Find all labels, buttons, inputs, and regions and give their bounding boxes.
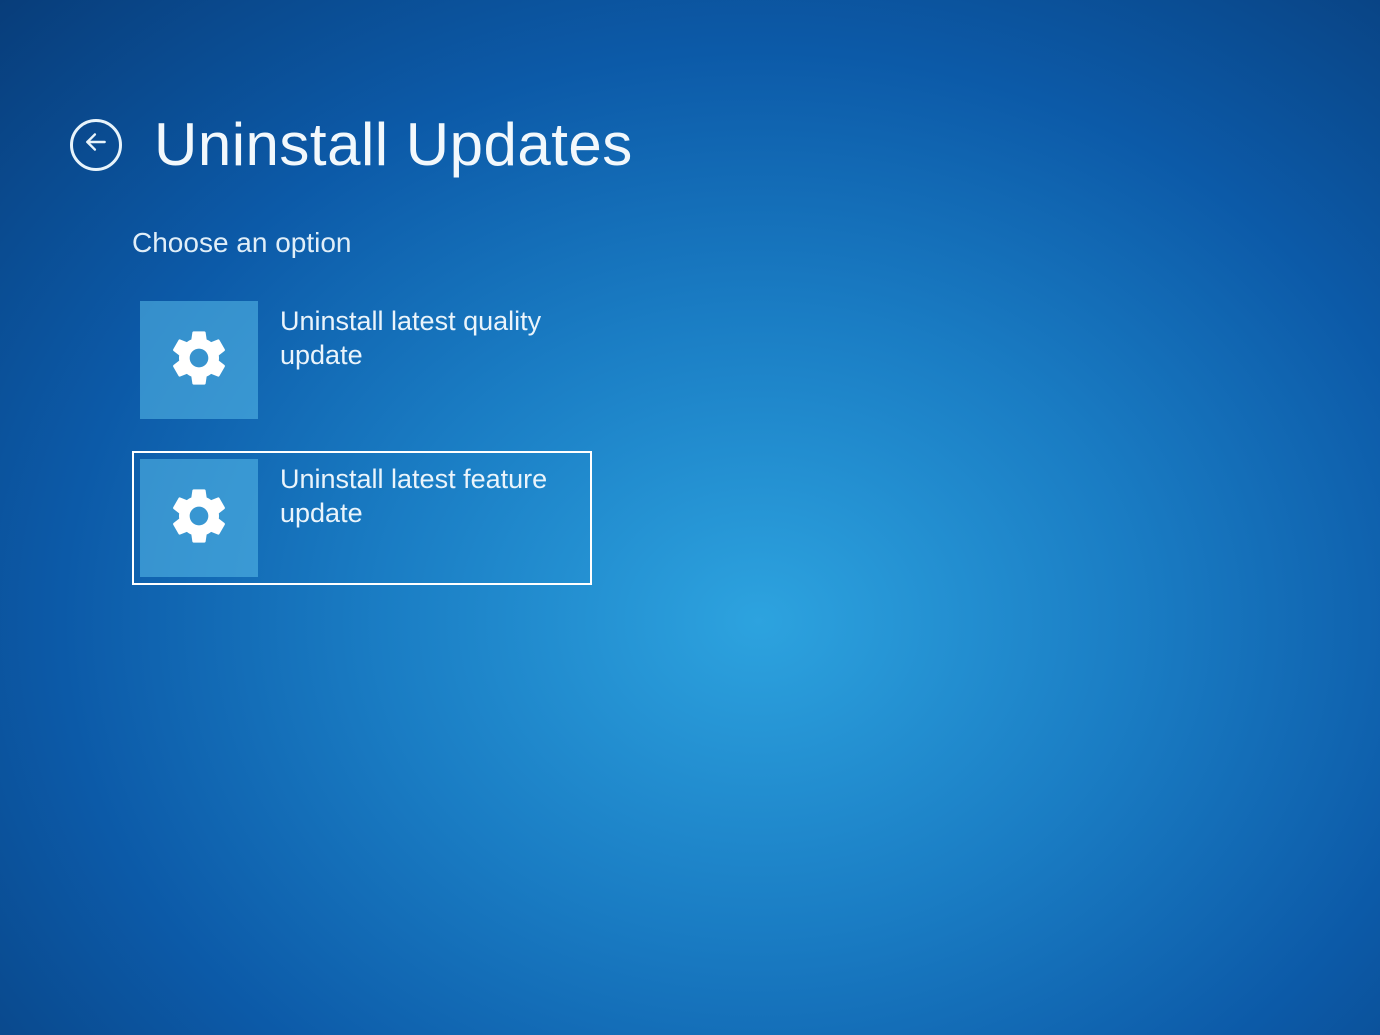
options-list: Uninstall latest quality update Uninstal… bbox=[132, 293, 1380, 585]
back-button[interactable] bbox=[70, 119, 122, 171]
back-arrow-icon bbox=[83, 129, 109, 160]
tile-icon-box bbox=[140, 301, 258, 419]
gear-icon bbox=[167, 326, 231, 395]
gear-icon bbox=[167, 484, 231, 553]
header: Uninstall Updates bbox=[70, 110, 1380, 179]
option-uninstall-feature-update[interactable]: Uninstall latest feature update bbox=[132, 451, 592, 585]
option-label: Uninstall latest feature update bbox=[280, 459, 570, 531]
option-uninstall-quality-update[interactable]: Uninstall latest quality update bbox=[132, 293, 592, 427]
page-title: Uninstall Updates bbox=[154, 110, 633, 179]
subtitle: Choose an option bbox=[132, 227, 1380, 259]
content-area: Choose an option Uninstall latest qualit… bbox=[70, 227, 1380, 585]
recovery-screen: Uninstall Updates Choose an option Unins… bbox=[0, 0, 1380, 585]
option-label: Uninstall latest quality update bbox=[280, 301, 570, 373]
tile-icon-box bbox=[140, 459, 258, 577]
